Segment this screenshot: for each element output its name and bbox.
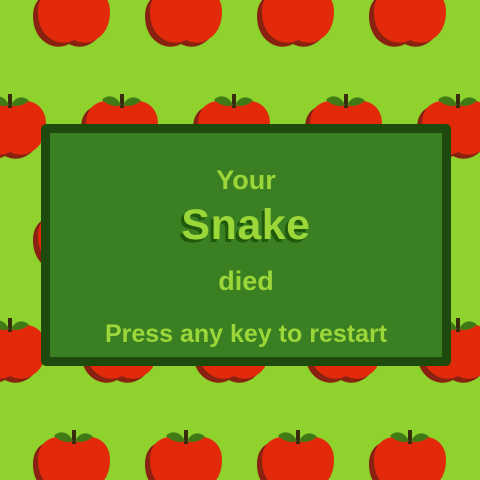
game-over-line-died: died [218, 266, 274, 296]
restart-prompt: Press any key to restart [104, 320, 388, 348]
game-over-title: Snake [181, 201, 311, 249]
game-over-dialog: Your Snake died Press any key to restart [42, 125, 450, 365]
game-over-line-your: Your [216, 165, 276, 195]
